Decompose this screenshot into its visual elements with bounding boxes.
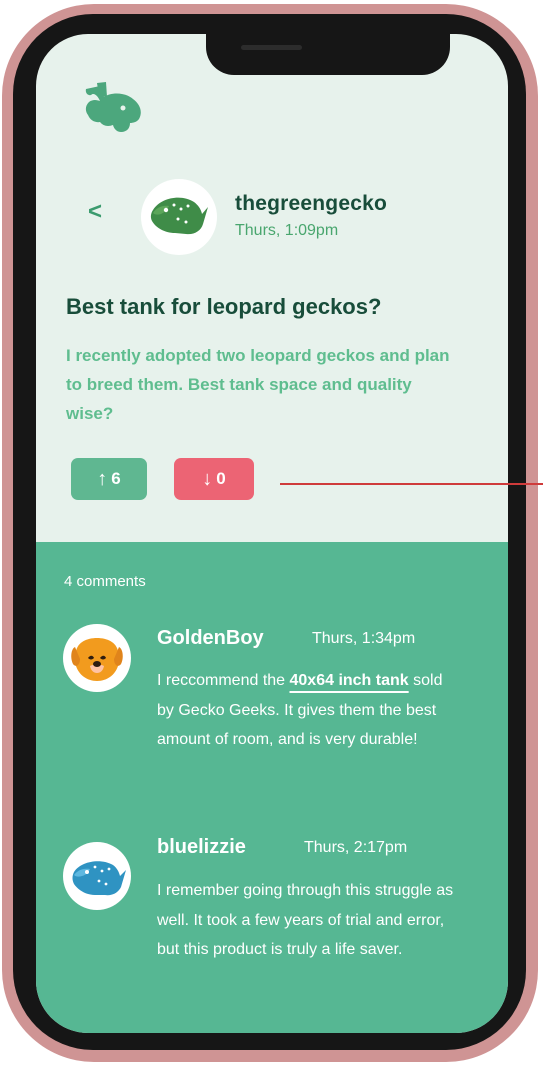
- product-link[interactable]: 40x64 inch tank: [290, 672, 409, 689]
- comment-body: I reccommend the 40x64 inch tank sold by…: [157, 666, 457, 755]
- rabbit-icon: [85, 82, 141, 132]
- upvote-count: 6: [111, 469, 121, 488]
- phone-speaker: [241, 45, 302, 50]
- back-button[interactable]: <: [88, 200, 102, 224]
- arrow-down-icon: ↓: [202, 467, 213, 490]
- post-timestamp: Thurs, 1:09pm: [235, 222, 339, 239]
- poster-avatar[interactable]: [141, 179, 217, 255]
- arrow-up-icon: ↑: [97, 467, 108, 490]
- poster-username[interactable]: thegreengecko: [235, 192, 387, 216]
- comment-author[interactable]: bluelizzie: [157, 836, 246, 859]
- comment-count: 4 comments: [64, 573, 146, 590]
- dog-icon: [71, 638, 123, 681]
- gecko-icon: [150, 197, 208, 235]
- post-section: < thegreengecko Thurs, 1:09pm Best tank …: [36, 34, 508, 542]
- comment-body: I remember going through this struggle a…: [157, 882, 454, 959]
- downvote-count: 0: [216, 469, 226, 488]
- app-screen: < thegreengecko Thurs, 1:09pm Best tank …: [36, 34, 508, 1033]
- post-body: I recently adopted two leopard geckos an…: [66, 346, 450, 423]
- annotation-line: [280, 483, 543, 485]
- comments-section: 4 comments GoldenBoy Thurs, 1:34pm I rec…: [36, 542, 508, 1033]
- downvote-button[interactable]: ↓ 0: [174, 458, 254, 500]
- upvote-button[interactable]: ↑ 6: [71, 458, 147, 500]
- lizard-icon: [72, 861, 126, 896]
- comment-timestamp: Thurs, 1:34pm: [312, 630, 416, 647]
- post-title: Best tank for leopard geckos?: [66, 294, 382, 319]
- comment-text-start: I reccommend the: [157, 672, 290, 689]
- phone-notch: [206, 34, 450, 75]
- golden-retriever-avatar[interactable]: [63, 624, 131, 692]
- blue-lizard-avatar[interactable]: [63, 842, 131, 910]
- comment-author[interactable]: GoldenBoy: [157, 627, 264, 650]
- comment-timestamp: Thurs, 2:17pm: [304, 839, 408, 856]
